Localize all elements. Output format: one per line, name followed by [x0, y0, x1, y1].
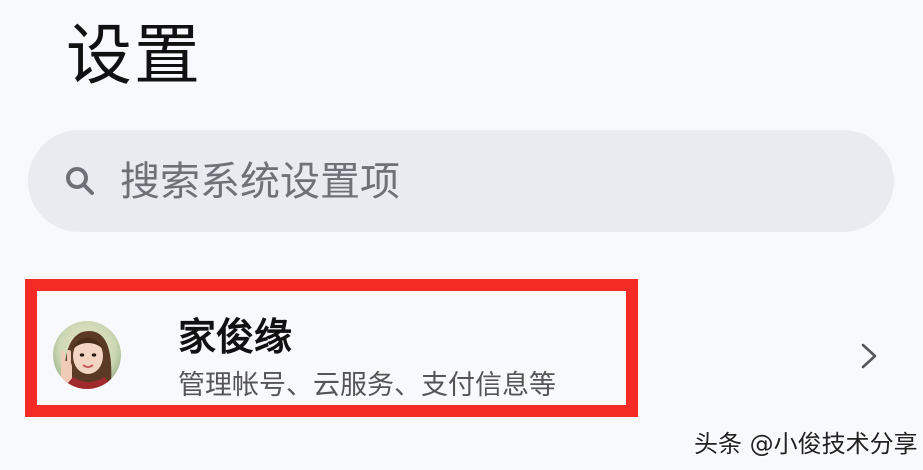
account-name: 家俊缘	[178, 315, 293, 359]
page-title: 设置	[66, 17, 202, 94]
account-description: 管理帐号、云服务、支付信息等	[178, 370, 556, 401]
watermark: 头条 @小俊技术分享	[694, 430, 918, 458]
search-placeholder: 搜索系统设置项	[120, 159, 400, 205]
avatar	[53, 321, 121, 389]
search-icon	[66, 167, 94, 195]
chevron-right-icon	[861, 343, 877, 369]
